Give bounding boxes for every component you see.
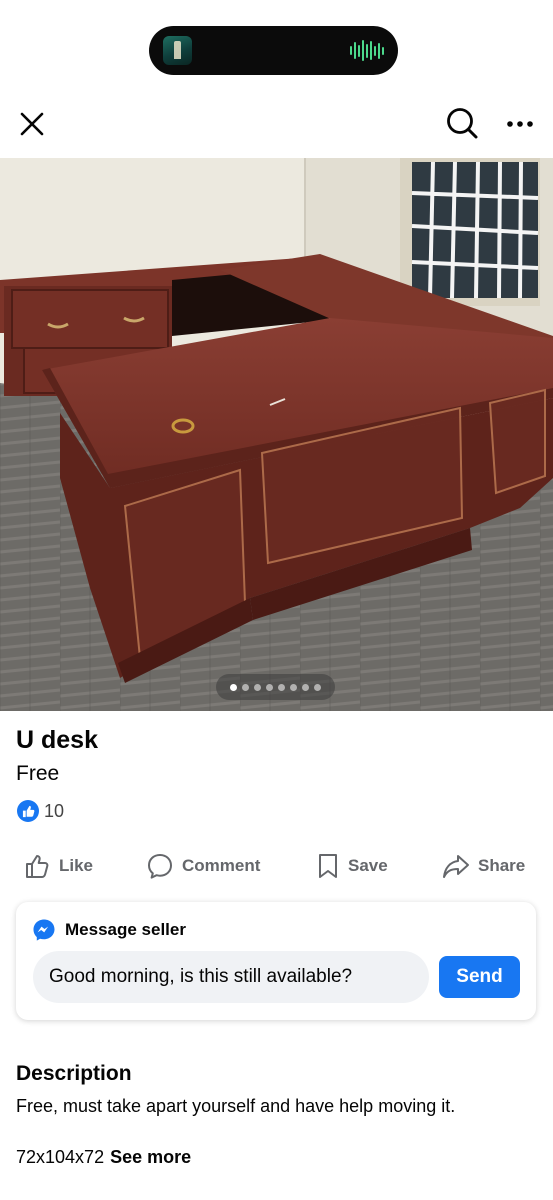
like-reaction-icon [17,800,39,822]
close-icon [20,112,44,136]
audio-waveform-icon [350,39,384,62]
message-input-text: Good morning, is this still available? [49,966,353,987]
save-button[interactable]: Save [316,846,388,886]
pagination-dot[interactable] [266,683,273,691]
description-heading: Description [16,1062,132,1085]
comment-icon [148,854,172,879]
action-bar: Like Comment Save Share [0,846,553,886]
message-seller-card: Message seller Good morning, is this sti… [16,902,536,1020]
desk-photo-illustration [0,158,553,711]
message-input[interactable]: Good morning, is this still available? [33,951,429,1003]
reaction-count: 10 [44,800,65,821]
description-dimensions: 72x104x72 [16,1147,105,1167]
description-text: Free, must take apart yourself and have … [16,1096,456,1116]
now-playing-artwork [163,36,192,65]
description-dimensions-line: 72x104x72 See more [16,1147,191,1168]
top-nav [0,100,553,148]
pagination-dot[interactable] [302,683,309,691]
listing-photo[interactable] [0,158,553,711]
close-button[interactable] [12,104,52,144]
search-button[interactable] [441,102,483,144]
listing-title: U desk [16,726,98,754]
save-label: Save [348,856,388,875]
pagination-dot[interactable] [254,683,261,691]
share-arrow-icon [443,855,469,878]
messenger-icon [33,919,55,941]
more-horizontal-icon [507,121,533,127]
thumbs-up-icon [26,855,49,878]
pagination-dot[interactable] [278,683,285,691]
share-label: Share [478,856,526,875]
more-options-button[interactable] [500,104,540,144]
comment-label: Comment [182,856,261,875]
message-seller-header: Message seller [32,918,186,942]
pagination-dot[interactable] [314,683,321,691]
send-button[interactable]: Send [439,956,520,998]
dynamic-island [149,26,398,75]
bookmark-icon [319,854,337,878]
message-seller-title: Message seller [65,920,186,939]
pagination-dot[interactable] [290,683,297,691]
reaction-summary[interactable]: 10 [17,800,64,822]
like-label: Like [59,856,94,875]
pagination-dot[interactable] [242,683,249,691]
pagination-dot[interactable] [230,683,237,691]
like-button[interactable]: Like [25,846,93,886]
listing-price: Free [16,762,60,785]
photo-pagination[interactable] [216,674,335,700]
search-icon [447,108,478,139]
comment-button[interactable]: Comment [146,846,260,886]
share-button[interactable]: Share [442,846,525,886]
see-more-link[interactable]: See more [110,1147,191,1167]
